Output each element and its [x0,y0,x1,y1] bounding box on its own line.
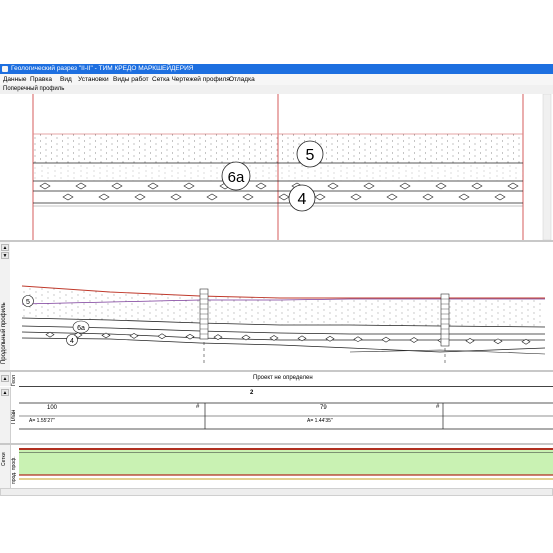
menu-item-view[interactable]: Вид [60,74,72,85]
collapse-down-button[interactable]: ▼ [1,252,9,259]
diamond-symbol [157,333,167,340]
plan-cell-1-hash: # [196,404,200,410]
diamond-symbol [507,182,519,190]
menu-item-debug[interactable]: Отладка [229,74,255,85]
cross-profile-drawing: 5 6а 4 [32,93,552,241]
plan-band-title: План [11,409,17,424]
plan-cell-2-length: 79 [320,405,327,411]
diamond-symbol [183,182,195,190]
layer-6a-fill [33,163,523,181]
diamond-symbol [111,182,123,190]
diamond-symbol [325,335,335,342]
diamond-symbol [471,182,483,190]
diamond-symbol [494,193,506,201]
diamond-symbol [98,193,110,201]
diamond-symbol [255,182,267,190]
application-window: Геологический разрез "II-II" - ТИМ КРЕДО… [0,64,553,496]
menu-item-work-types[interactable]: Виды работ [113,74,149,85]
diamond-symbol [75,182,87,190]
grid-fill [19,449,553,475]
menu-item-edit[interactable]: Правка [30,74,52,85]
diamond-symbol [350,193,362,201]
diamond-symbol [170,193,182,201]
plan-cell-1-angle: А= 1.55'27" [29,418,55,424]
diamond-symbol [206,193,218,201]
long-layer-4-label: 4 [70,338,74,345]
plan-band-up[interactable]: ▲ [1,389,9,396]
plan-cell-2-angle: А= 1.44'35" [307,418,333,424]
diamond-symbol [465,338,475,344]
geo-band-sidebar: ▲ [0,372,11,386]
plan-band-drawing [19,402,553,430]
diamond-symbol [493,338,503,345]
borehole-2[interactable] [440,293,450,347]
long-layer-6a-bottom [21,325,545,335]
grid-band-title-1: Сетки [1,452,7,467]
geo-band-text: Проект не определен [253,375,313,381]
diamond-symbol [386,193,398,201]
diamond-symbol [134,193,146,201]
layer-5-fill [33,134,523,163]
title-bar[interactable]: Геологический разрез "II-II" - ТИМ КРЕДО… [0,64,553,74]
diamond-symbol [185,333,195,340]
menu-item-data[interactable]: Данные [3,74,26,85]
geo-band-toggle[interactable]: ▲ [1,375,9,382]
diamond-symbol [399,182,411,190]
app-icon [2,66,8,72]
long-profile-view[interactable]: 5 6а 4 [10,242,553,370]
geo-band-title: Геол [11,375,17,386]
horizontal-scrollbar[interactable] [0,488,553,496]
cross-profile-title: Поперечный профиль [3,86,65,92]
long-layer-5-fill [22,286,545,327]
window-title: Геологический разрез "II-II" - ТИМ КРЕДО… [11,65,194,72]
diamond-symbol [147,182,159,190]
diamond-symbol [242,193,254,201]
plan-cell-1-length: 100 [47,405,58,411]
long-profile-side-title: Продольный профиль [1,302,7,364]
plan-band[interactable]: 2 100 # А= 1.55'27" 79 # А= 1.44'35" [19,387,553,443]
layer-6a-label: 6а [228,169,245,186]
diamond-symbol [39,182,51,190]
grid-band-title-2: прод. проф. [11,456,17,484]
diamond-symbol [409,337,419,343]
diamond-symbol [353,336,363,343]
diamond-symbol [62,193,74,201]
diamond-symbol [363,182,375,190]
collapse-up-button[interactable]: ▲ [1,244,9,251]
diamond-symbol [435,182,447,190]
diamond-row-upper [39,182,519,190]
menu-item-settings[interactable]: Установки [78,74,109,85]
diamond-symbol [381,336,391,343]
diamond-symbol [422,193,434,201]
plan-cell-2-hash: # [436,404,440,410]
diamond-row-lower [62,193,506,201]
diamond-symbol [327,182,339,190]
plan-top-number: 2 [250,390,254,396]
layer-5-label: 5 [306,147,315,164]
diamond-symbol [314,193,326,201]
diamond-symbol [278,193,290,201]
long-layer-5-label: 5 [26,299,30,306]
diamond-symbol [129,333,139,339]
geo-band[interactable]: Проект не определен [19,372,553,387]
layer-4-label: 4 [298,191,307,208]
cross-profile-view[interactable]: 5 6а 4 [0,93,553,241]
long-layer-6a-label: 6а [77,325,85,332]
cross-vertical-scrollbar[interactable] [542,93,552,241]
grid-band[interactable] [19,445,553,488]
menu-item-profile-grid[interactable]: Сетка Чертежей профиля [152,74,230,85]
grid-band-drawing [19,448,553,480]
diamond-symbol [458,193,470,201]
plan-band-sidebar: ▲ [0,387,11,443]
long-profile-drawing: 5 6а 4 [21,285,546,366]
